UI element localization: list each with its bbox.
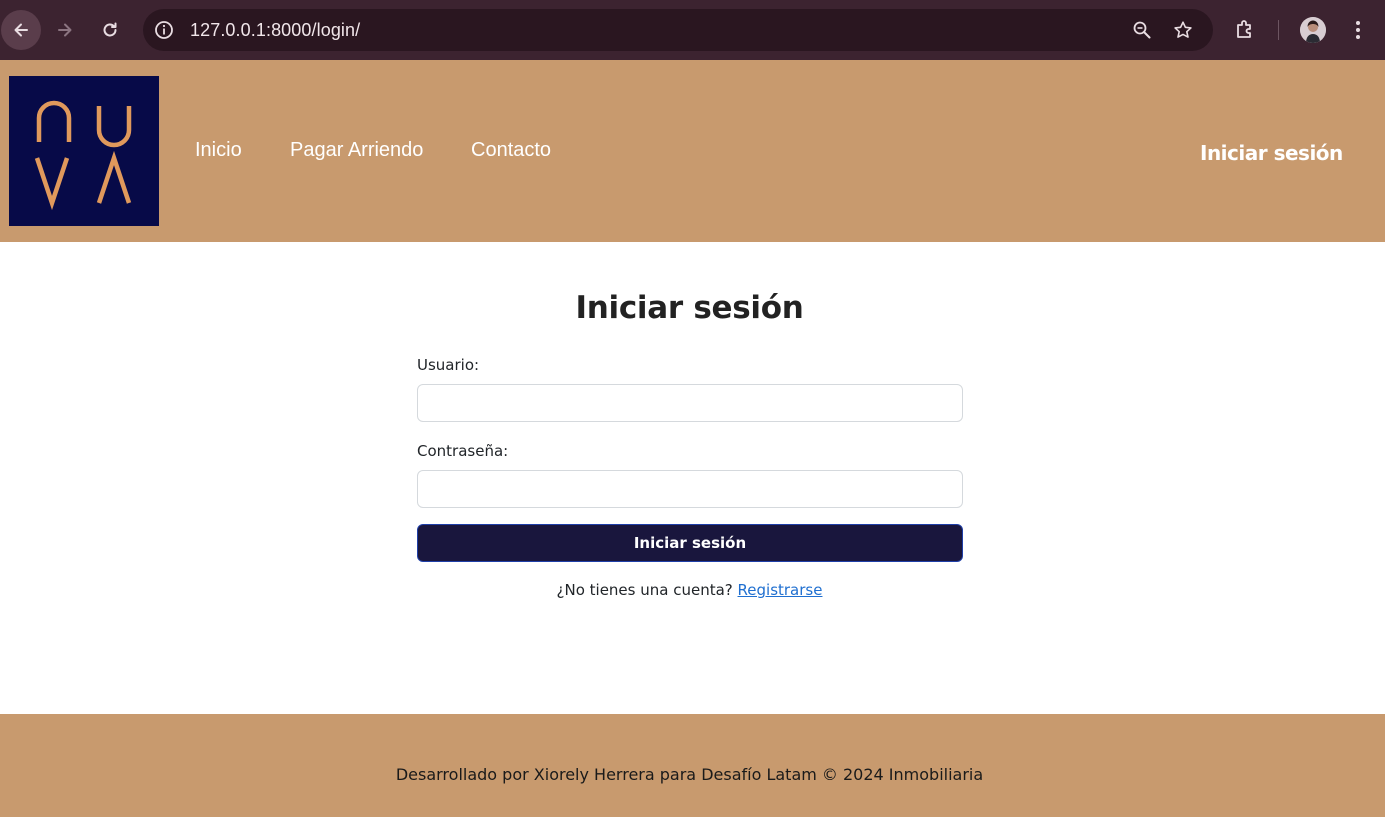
login-submit-button[interactable]: Iniciar sesión (417, 524, 963, 562)
url-text[interactable]: 127.0.0.1:8000/login/ (190, 20, 360, 41)
reload-icon (103, 22, 117, 37)
username-input[interactable] (417, 384, 963, 422)
nav-pagar-arriendo[interactable]: Pagar Arriendo (290, 139, 423, 162)
back-button[interactable] (1, 10, 41, 50)
browser-toolbar: 127.0.0.1:8000/login/ (0, 0, 1385, 60)
nav-contacto[interactable]: Contacto (471, 139, 551, 162)
reload-button[interactable] (90, 10, 130, 50)
extensions-icon[interactable] (1233, 18, 1257, 42)
forward-icon (58, 23, 72, 37)
profile-avatar[interactable] (1300, 17, 1326, 43)
site-footer: Desarrollado por Xiorely Herrera para De… (0, 714, 1385, 817)
address-bar[interactable]: 127.0.0.1:8000/login/ (143, 9, 1213, 51)
register-prompt: ¿No tienes una cuenta? (556, 581, 733, 599)
info-icon[interactable] (153, 19, 175, 41)
back-icon (14, 23, 28, 37)
forward-button[interactable] (45, 10, 85, 50)
zoom-icon[interactable] (1131, 19, 1153, 41)
register-link[interactable]: Registrarse (738, 581, 823, 599)
password-input[interactable] (417, 470, 963, 508)
star-icon[interactable] (1172, 19, 1194, 41)
menu-icon[interactable] (1346, 18, 1370, 42)
username-label: Usuario: (417, 356, 480, 374)
toolbar-divider (1278, 20, 1279, 40)
site-header: Inicio Pagar Arriendo Contacto Iniciar s… (0, 60, 1385, 242)
page-title: Iniciar sesión (575, 290, 804, 326)
nav-login-link[interactable]: Iniciar sesión (1200, 141, 1343, 165)
password-label: Contraseña: (417, 442, 509, 460)
nav-inicio[interactable]: Inicio (195, 139, 242, 162)
footer-text: Desarrollado por Xiorely Herrera para De… (395, 765, 984, 784)
nuva-logo[interactable] (9, 76, 159, 226)
register-line: ¿No tienes una cuenta? Registrarse (0, 581, 1379, 599)
